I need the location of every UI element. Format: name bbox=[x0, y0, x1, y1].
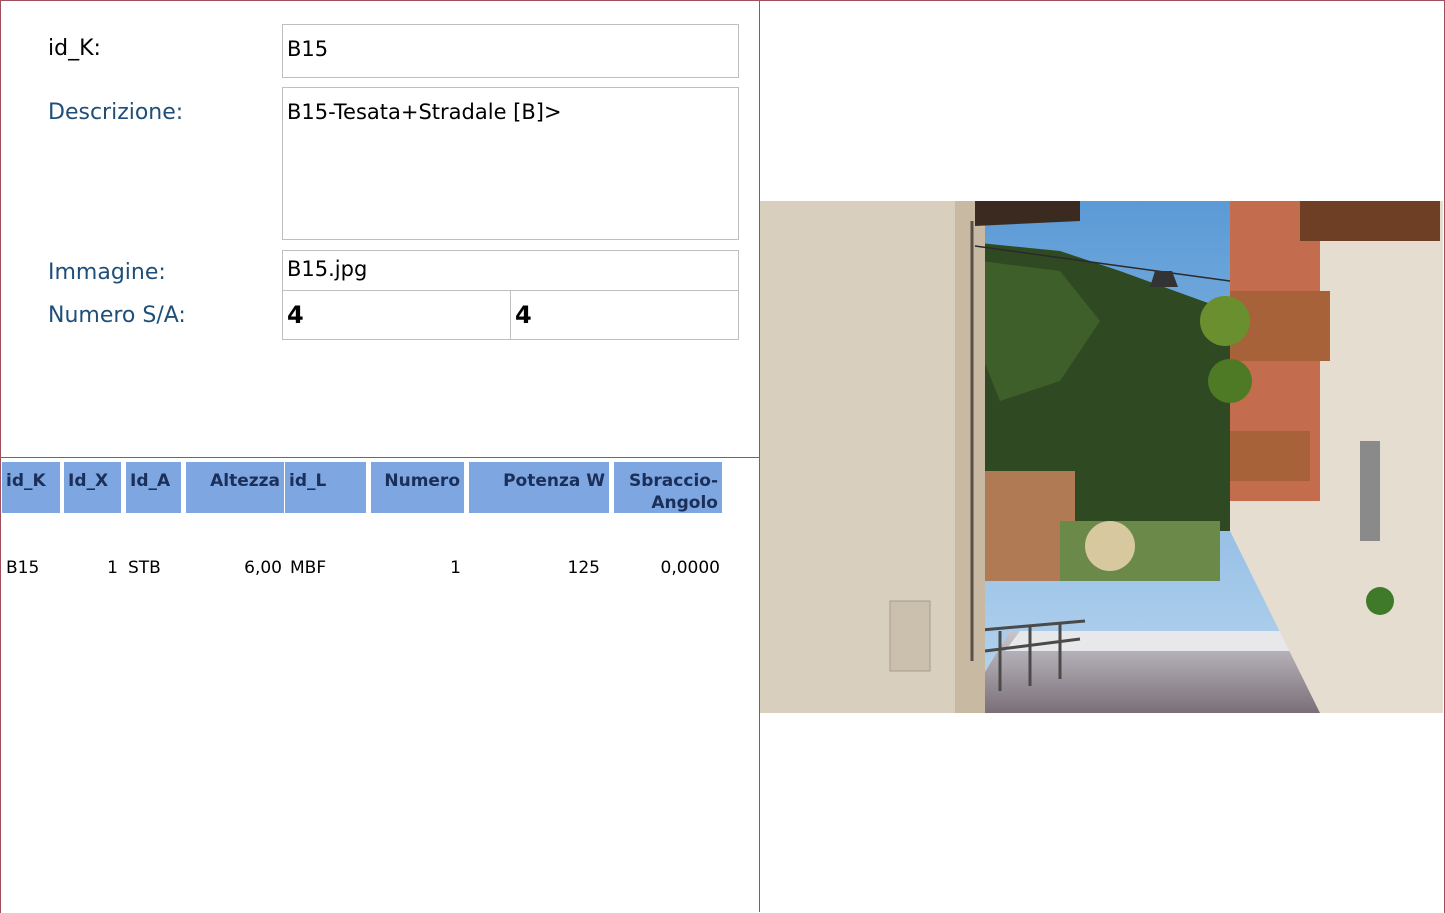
header-ida: Id_A bbox=[126, 462, 181, 513]
cell-idl: MBF bbox=[290, 558, 327, 578]
idk-field[interactable]: B15 bbox=[282, 24, 739, 78]
street-photo bbox=[760, 201, 1443, 713]
header-idk: id_K bbox=[2, 462, 60, 513]
cell-sbraccio: 0,0000 bbox=[660, 558, 720, 578]
immagine-field[interactable]: B15.jpg bbox=[282, 250, 739, 291]
numero-a-field[interactable]: 4 bbox=[510, 290, 739, 340]
header-numero: Numero bbox=[371, 462, 464, 513]
cell-potenza: 125 bbox=[567, 558, 600, 578]
cell-ida: STB bbox=[128, 558, 161, 578]
section-divider bbox=[0, 457, 759, 458]
descrizione-field[interactable]: B15-Tesata+Stradale [B]> bbox=[282, 87, 739, 240]
immagine-label: Immagine: bbox=[48, 260, 166, 285]
header-potenza: Potenza W bbox=[469, 462, 609, 513]
idk-label: id_K: bbox=[48, 36, 101, 61]
cell-idk: B15 bbox=[6, 558, 40, 578]
cell-numero: 1 bbox=[450, 558, 461, 578]
header-altezza: Altezza bbox=[186, 462, 284, 513]
numero-label: Numero S/A: bbox=[48, 303, 186, 328]
cell-idx: 1 bbox=[107, 558, 118, 578]
header-sbraccio: Sbraccio- Angolo bbox=[614, 462, 722, 513]
numero-s-field[interactable]: 4 bbox=[282, 290, 511, 340]
descrizione-label: Descrizione: bbox=[48, 100, 184, 125]
header-sbraccio-line2: Angolo bbox=[651, 493, 718, 513]
header-sbraccio-line1: Sbraccio- bbox=[629, 471, 718, 491]
header-idl: id_L bbox=[285, 462, 366, 513]
header-idx: Id_X bbox=[64, 462, 121, 513]
cell-altezza: 6,00 bbox=[244, 558, 282, 578]
